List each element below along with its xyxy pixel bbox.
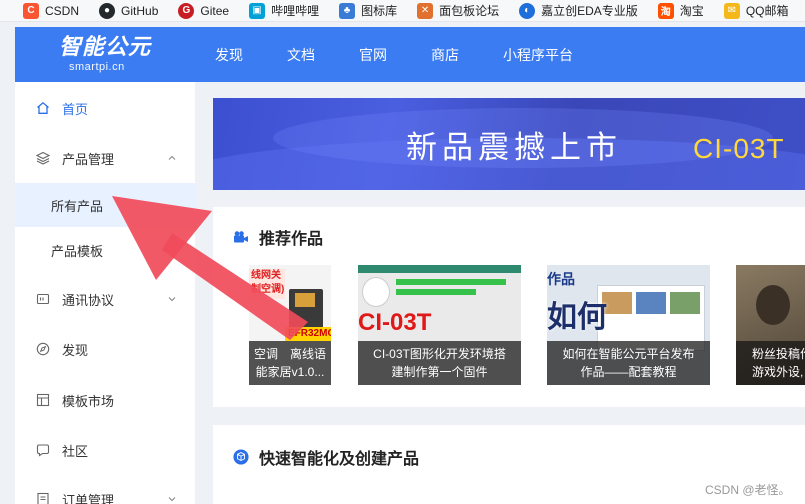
card-tag: 作品: [547, 271, 575, 287]
compass-icon: [36, 342, 50, 356]
banner-title: 新品震撼上市: [406, 130, 622, 165]
card-caption: 如何在智能公元平台发布 作品——配套教程: [547, 341, 710, 385]
bookmark-label: 图标库: [361, 4, 398, 18]
sidebar-item-protocols[interactable]: 通讯协议: [15, 277, 195, 321]
nav-docs[interactable]: 文档: [287, 45, 315, 65]
sidebar-item-community[interactable]: 社区: [15, 428, 195, 472]
quick-create-header: 快速智能化及创建产品: [233, 445, 419, 469]
community-icon: [36, 443, 50, 457]
sidebar-item-all-products[interactable]: 所有产品: [15, 183, 195, 227]
sidebar-item-label: 产品模板: [51, 243, 104, 259]
card-badge: 线网关 制空调): [249, 269, 285, 299]
watermark: CSDN @老怪。: [705, 483, 791, 497]
sidebar-item-label: 发现: [62, 342, 89, 358]
chevron-up-icon: [167, 153, 177, 163]
bookmark-qqmail[interactable]: ✉ QQ邮箱: [723, 0, 789, 22]
sidebar-item-template-market[interactable]: 模板市场: [15, 378, 195, 422]
recommended-card[interactable]: CI-03T CI-03T图形化开发环境搭 建制作第一个固件: [358, 265, 521, 385]
recommended-header: 推荐作品: [233, 225, 323, 249]
recommended-card[interactable]: 作品 如何 如何在智能公元平台发布 作品——配套教程: [547, 265, 710, 385]
sidebar-item-label: 模板市场: [62, 393, 115, 409]
banner-model: CI-03T: [693, 133, 785, 164]
sidebar-item-label: 社区: [62, 443, 89, 459]
mianbaoban-icon: ✕: [417, 2, 434, 19]
github-icon: ●: [99, 2, 116, 19]
sidebar-item-discover[interactable]: 发现: [15, 327, 195, 371]
bookmarks-bar: C CSDN ● GitHub G Gitee ▣ 哔哩哔哩 ♣ 图标库 ✕ 面…: [0, 0, 805, 22]
card-big-text: 如何: [547, 301, 607, 334]
bookmark-taobao[interactable]: 淘 淘宝: [657, 0, 704, 22]
recommended-card[interactable]: 线网关 制空调) EFR32MG21 空调 离线语 能家居v1.0...: [249, 265, 331, 385]
order-icon: [36, 492, 50, 504]
nav-miniprogram[interactable]: 小程序平台: [503, 45, 573, 65]
csdn-icon: C: [23, 2, 39, 19]
sidebar-item-label: 首页: [62, 101, 89, 117]
sidebar-item-label: 通讯协议: [62, 292, 115, 308]
gitee-icon: G: [178, 2, 195, 19]
bookmark-label: 面包板论坛: [439, 4, 500, 18]
promo-banner[interactable]: 新品震撼上市 CI-03T: [213, 98, 805, 190]
chevron-down-icon: [167, 294, 177, 304]
bookmark-label: 嘉立创EDA专业版: [541, 4, 638, 18]
bookmark-label: 淘宝: [679, 4, 704, 18]
video-camera-icon: [233, 229, 249, 245]
sidebar: 首页 产品管理 所有产品 产品模板 通讯协议 发现 模板市场 社区 订单管理: [15, 82, 195, 504]
recommended-title: 推荐作品: [259, 231, 324, 248]
chip-label: EFR32MG21: [285, 327, 331, 341]
bookmark-label: GitHub: [121, 3, 159, 18]
bookmark-lceda[interactable]: ◐ 嘉立创EDA专业版: [519, 0, 638, 22]
taobao-icon: 淘: [657, 2, 674, 19]
nav-discover[interactable]: 发现: [215, 45, 243, 65]
card-caption: CI-03T图形化开发环境搭 建制作第一个固件: [358, 341, 521, 385]
recommended-card[interactable]: 粉丝投稿作 游戏外设,: [736, 265, 805, 385]
sidebar-item-home[interactable]: 首页: [15, 86, 195, 130]
bookmark-iconfont[interactable]: ♣ 图标库: [339, 0, 397, 22]
iconfont-icon: ♣: [339, 2, 356, 19]
chevron-down-icon: [167, 494, 177, 504]
recommended-panel: 推荐作品 线网关 制空调) EFR32MG21 空调 离线语 能家居v1.0..…: [213, 207, 805, 407]
sidebar-item-label: 订单管理: [62, 492, 115, 504]
cube-icon: [233, 449, 249, 465]
template-market-icon: [36, 393, 50, 407]
logo-subtitle: smartpi.cn: [69, 61, 125, 73]
home-icon: [36, 101, 50, 115]
quick-create-title: 快速智能化及创建产品: [259, 451, 420, 468]
bookmark-label: 哔哩哔哩: [271, 4, 320, 18]
smartpi-logo[interactable]: 智能公元 smartpi.cn: [59, 33, 155, 75]
top-nav: 发现 文档 官网 商店 小程序平台: [215, 27, 617, 82]
layers-icon: [36, 151, 50, 165]
sidebar-item-label: 产品管理: [62, 151, 115, 167]
card-caption: 空调 离线语 能家居v1.0...: [249, 341, 331, 385]
top-header: 智能公元 smartpi.cn 发现 文档 官网 商店 小程序平台: [15, 27, 805, 82]
lceda-icon: ◐: [519, 2, 536, 19]
bookmark-label: Gitee: [200, 3, 230, 18]
bookmark-gitee[interactable]: G Gitee: [178, 0, 229, 22]
bookmark-csdn[interactable]: C CSDN: [23, 0, 79, 22]
sidebar-item-product-templates[interactable]: 产品模板: [15, 228, 195, 272]
bookmark-mianbaoban[interactable]: ✕ 面包板论坛: [417, 0, 499, 22]
qqmail-icon: ✉: [723, 2, 740, 19]
bilibili-icon: ▣: [249, 2, 266, 19]
logo-title: 智能公元: [59, 34, 152, 59]
bookmark-github[interactable]: ● GitHub: [99, 0, 158, 22]
nav-official-site[interactable]: 官网: [359, 45, 387, 65]
bookmark-bilibili[interactable]: ▣ 哔哩哔哩: [249, 0, 319, 22]
sidebar-item-orders[interactable]: 订单管理: [15, 477, 195, 504]
sidebar-item-product-management[interactable]: 产品管理: [15, 136, 195, 180]
bookmark-label: QQ邮箱: [745, 4, 789, 18]
card-caption: 粉丝投稿作 游戏外设,: [736, 341, 805, 385]
nav-store[interactable]: 商店: [431, 45, 459, 65]
bookmark-label: CSDN: [45, 3, 80, 18]
sidebar-item-label: 所有产品: [51, 198, 104, 214]
card-big-text: CI-03T: [358, 309, 432, 336]
protocol-icon: [36, 292, 50, 306]
